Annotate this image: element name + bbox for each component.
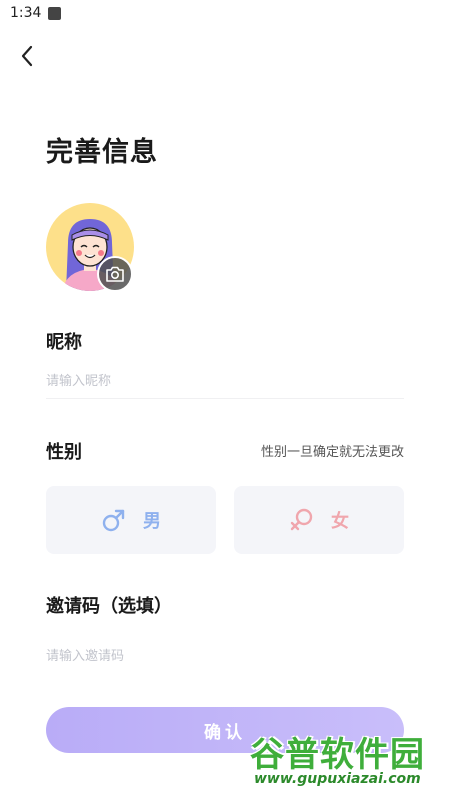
camera-icon <box>106 266 124 282</box>
change-avatar-button[interactable] <box>97 256 133 292</box>
gender-option-female[interactable]: 女 <box>234 486 404 554</box>
nickname-input[interactable] <box>46 366 404 396</box>
gender-male-label: 男 <box>143 511 161 532</box>
avatar-picker[interactable] <box>46 203 136 293</box>
watermark-title: 谷普软件园 <box>250 735 425 775</box>
status-time: 1:34 <box>10 5 42 21</box>
watermark: 谷普软件园 www.gupuxiazai.com <box>246 727 446 797</box>
invite-code-input[interactable] <box>46 641 404 671</box>
status-bar: 1:34 <box>0 0 450 26</box>
gender-female-label: 女 <box>331 511 349 532</box>
female-symbol-icon <box>290 508 313 531</box>
gender-option-male[interactable]: 男 <box>46 486 216 554</box>
gender-note: 性别一旦确定就无法更改 <box>260 445 404 460</box>
complete-profile-screen: 1:34 完善信息 昵称 请输入昵称 性别 性别一旦确定就无法更改 男 女 邀请… <box>0 0 450 800</box>
gender-label: 性别 <box>46 442 82 463</box>
nickname-label: 昵称 <box>46 332 82 353</box>
page-title: 完善信息 <box>46 137 158 168</box>
invite-code-label: 邀请码（选填） <box>46 596 172 617</box>
male-symbol-icon <box>102 509 125 532</box>
watermark-url: www.gupuxiazai.com <box>254 771 421 787</box>
chevron-left-icon <box>21 45 33 67</box>
back-button[interactable] <box>14 42 42 70</box>
nickname-divider <box>46 398 404 399</box>
notification-icon <box>48 6 62 20</box>
